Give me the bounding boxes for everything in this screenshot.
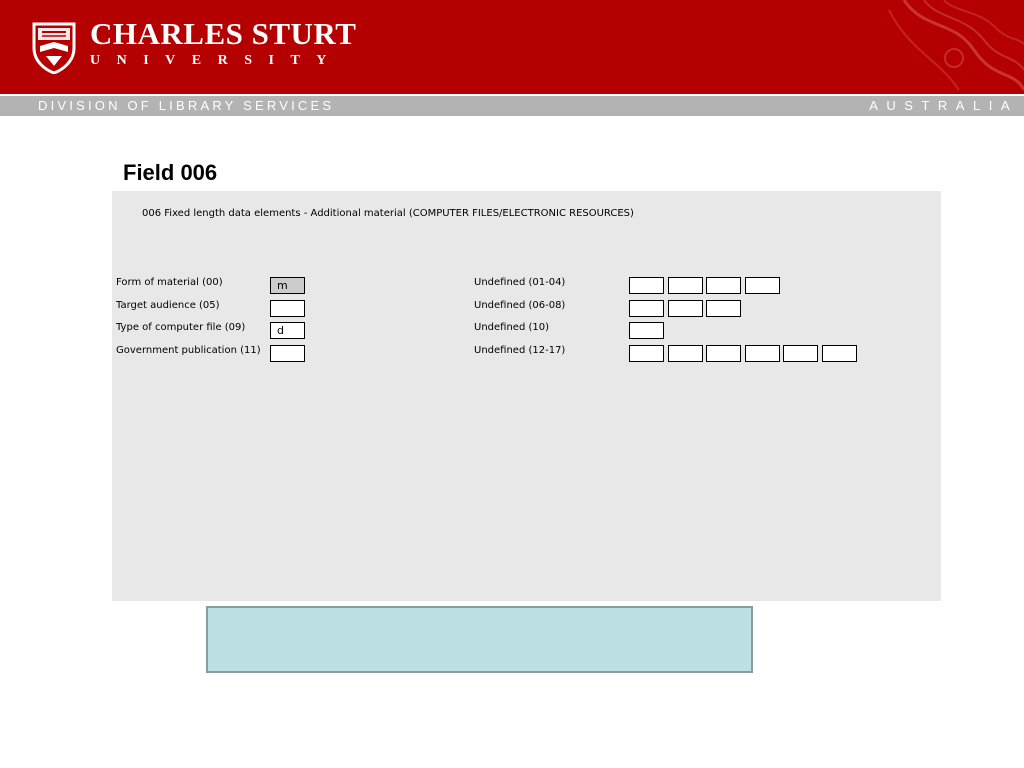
country-label: AUSTRALIA [869, 98, 1018, 113]
fixed-field-form-panel: 006 Fixed length data elements - Additio… [112, 191, 941, 601]
type-of-computer-file-label: Type of computer file (09) [116, 322, 246, 333]
form-of-material-label: Form of material (00) [116, 277, 223, 288]
division-bar: DIVISION OF LIBRARY SERVICES AUSTRALIA [0, 96, 1024, 116]
form-of-material-input[interactable]: m [270, 277, 305, 294]
undefined-06-08-input-2[interactable] [668, 300, 703, 317]
government-publication-input[interactable] [270, 345, 305, 362]
form-heading: 006 Fixed length data elements - Additio… [142, 208, 634, 219]
undefined-06-08-input-3[interactable] [706, 300, 741, 317]
university-crest-icon [32, 22, 76, 74]
undefined-06-08-label: Undefined (06-08) [474, 300, 566, 311]
target-audience-input[interactable] [270, 300, 305, 317]
decorative-artwork-icon [888, 0, 1024, 91]
undefined-10-label: Undefined (10) [474, 322, 549, 333]
government-publication-label: Government publication (11) [116, 345, 261, 356]
page-title: Field 006 [123, 160, 218, 185]
division-label: DIVISION OF LIBRARY SERVICES [38, 98, 335, 113]
undefined-12-17-input-3[interactable] [706, 345, 741, 362]
undefined-01-04-input-4[interactable] [745, 277, 780, 294]
type-of-computer-file-input[interactable]: d [270, 322, 305, 339]
brand-subtitle: UNIVERSITY [90, 53, 343, 68]
undefined-12-17-input-6[interactable] [822, 345, 857, 362]
note-box [206, 606, 753, 673]
undefined-12-17-input-2[interactable] [668, 345, 703, 362]
undefined-12-17-input-4[interactable] [745, 345, 780, 362]
undefined-01-04-label: Undefined (01-04) [474, 277, 566, 288]
undefined-10-input[interactable] [629, 322, 664, 339]
brand-title: CHARLES STURT [90, 16, 357, 51]
undefined-12-17-label: Undefined (12-17) [474, 345, 566, 356]
undefined-12-17-input-1[interactable] [629, 345, 664, 362]
brand-wordmark: CHARLES STURT UNIVERSITY [90, 18, 356, 69]
undefined-12-17-input-5[interactable] [783, 345, 818, 362]
university-header: CHARLES STURT UNIVERSITY [0, 0, 1024, 94]
target-audience-label: Target audience (05) [116, 300, 220, 311]
undefined-01-04-input-3[interactable] [706, 277, 741, 294]
undefined-01-04-input-2[interactable] [668, 277, 703, 294]
undefined-06-08-input-1[interactable] [629, 300, 664, 317]
undefined-01-04-input-1[interactable] [629, 277, 664, 294]
